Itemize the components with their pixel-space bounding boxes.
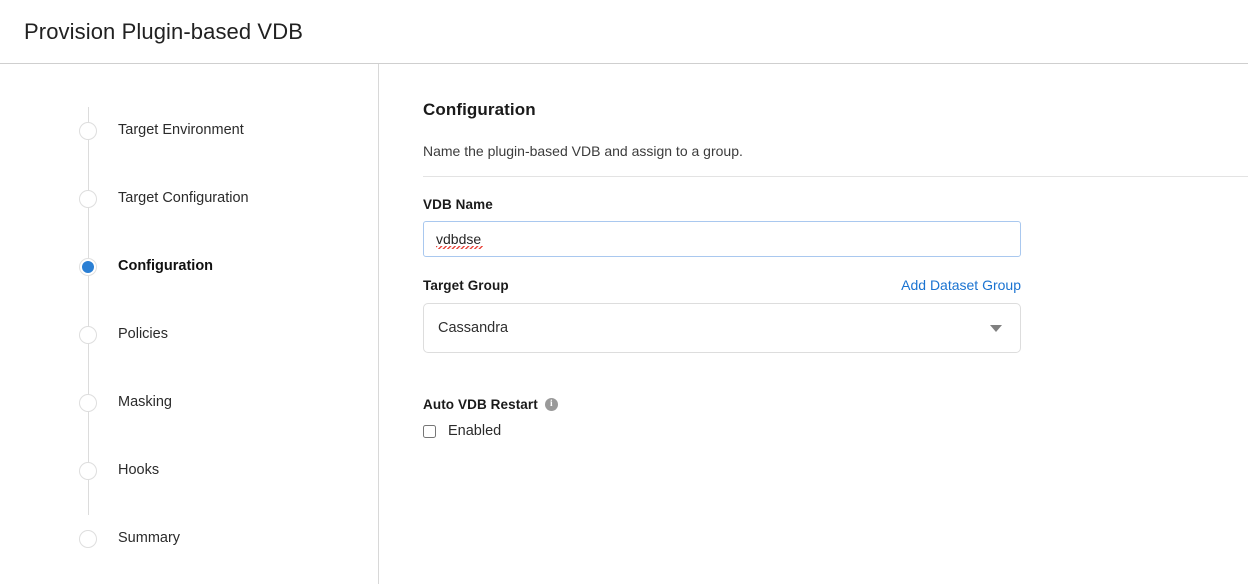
step-dot-icon [79, 530, 97, 548]
page-title: Provision Plugin-based VDB [24, 19, 303, 45]
auto-vdb-restart-header: Auto VDB Restart i [423, 397, 1248, 412]
target-group-select[interactable]: Cassandra [423, 303, 1021, 353]
target-group-field: Target Group Add Dataset Group Cassandra [423, 277, 1248, 353]
sidebar-item-hooks[interactable]: Hooks [0, 436, 378, 504]
configuration-form: Configuration Name the plugin-based VDB … [379, 64, 1248, 584]
target-group-label: Target Group [423, 278, 509, 293]
step-label: Hooks [118, 462, 159, 478]
step-connector [88, 107, 89, 175]
step-label: Configuration [118, 258, 213, 274]
auto-vdb-restart-checkbox-label: Enabled [448, 423, 501, 439]
wizard-stepper: Target Environment Target Configuration … [0, 64, 379, 584]
step-connector [88, 311, 89, 379]
vdb-name-input-wrap [423, 221, 1021, 257]
step-label: Summary [118, 530, 180, 546]
info-icon[interactable]: i [545, 398, 558, 411]
vdb-name-label: VDB Name [423, 197, 1248, 212]
step-dot-icon [79, 190, 97, 208]
vdb-name-field: VDB Name [423, 197, 1248, 257]
target-group-selected-value: Cassandra [438, 320, 508, 336]
auto-vdb-restart-enabled-row: Enabled [423, 423, 1248, 439]
section-subtitle: Name the plugin-based VDB and assign to … [423, 143, 1248, 159]
sidebar-item-target-environment[interactable]: Target Environment [0, 96, 378, 164]
sidebar-item-target-configuration[interactable]: Target Configuration [0, 164, 378, 232]
wizard-body: Target Environment Target Configuration … [0, 64, 1248, 584]
step-connector [88, 175, 89, 243]
section-title: Configuration [423, 100, 1248, 120]
sidebar-item-policies[interactable]: Policies [0, 300, 378, 368]
step-dot-icon [79, 326, 97, 344]
step-connector [88, 447, 89, 515]
step-connector [88, 243, 89, 311]
step-label: Masking [118, 394, 172, 410]
step-connector [88, 379, 89, 447]
step-dot-icon [79, 462, 97, 480]
add-dataset-group-link[interactable]: Add Dataset Group [901, 277, 1021, 293]
sidebar-item-configuration[interactable]: Configuration [0, 232, 378, 300]
step-label: Target Environment [118, 122, 244, 138]
wizard-header: Provision Plugin-based VDB [0, 0, 1248, 64]
auto-vdb-restart-label: Auto VDB Restart [423, 397, 538, 412]
step-label: Target Configuration [118, 190, 249, 206]
step-dot-active-icon [79, 258, 97, 276]
section-divider [423, 176, 1248, 177]
sidebar-item-summary[interactable]: Summary [0, 504, 378, 572]
sidebar-item-masking[interactable]: Masking [0, 368, 378, 436]
step-dot-icon [79, 394, 97, 412]
target-group-header: Target Group Add Dataset Group [423, 277, 1021, 293]
vdb-name-input[interactable] [423, 221, 1021, 257]
auto-vdb-restart-field: Auto VDB Restart i Enabled [423, 397, 1248, 439]
auto-vdb-restart-checkbox[interactable] [423, 425, 436, 438]
step-label: Policies [118, 326, 168, 342]
step-dot-icon [79, 122, 97, 140]
chevron-down-icon [990, 325, 1002, 332]
